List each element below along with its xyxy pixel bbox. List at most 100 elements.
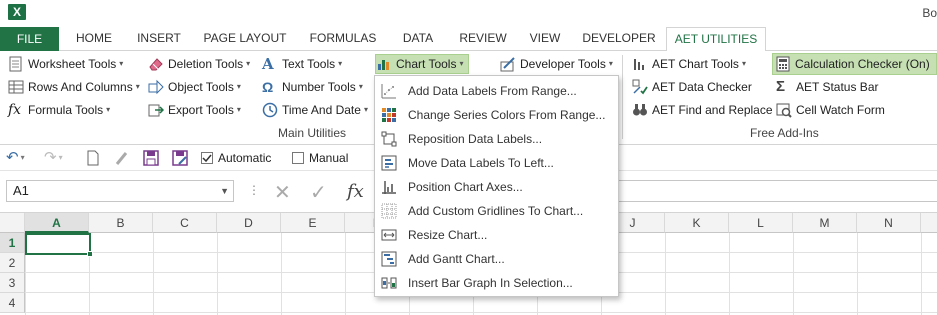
window-title: Bo [922,6,937,20]
menu-item-position-axes[interactable]: Position Chart Axes... [375,175,618,199]
text-a-icon: A [262,55,274,73]
resize-handle-icon[interactable]: ⋮ [248,183,260,197]
column-header[interactable]: K [665,213,729,233]
save-button[interactable] [143,149,159,167]
function-icon: fx [8,102,22,118]
group-separator [622,55,623,139]
formula-tools-button[interactable]: fx Formula Tools ▾ [8,100,110,120]
binoculars-icon [632,102,648,118]
deletion-tools-button[interactable]: Deletion Tools ▾ [148,54,250,74]
menu-item-move-labels-left[interactable]: Move Data Labels To Left... [375,151,618,175]
chart-axes-icon [381,179,397,195]
tab-page-layout[interactable]: PAGE LAYOUT [196,27,294,51]
format-painter-button[interactable] [114,149,130,167]
chevron-down-icon: ▾ [608,59,613,68]
aet-find-replace-button[interactable]: AET Find and Replace [632,100,773,120]
column-header[interactable]: C [153,213,217,233]
ribbon-tab-bar: FILE HOME INSERT PAGE LAYOUT FORMULAS DA… [0,27,937,52]
chart-icon [376,56,392,72]
chevron-down-icon: ▾ [358,82,363,91]
cancel-icon[interactable]: ✕ [274,180,291,205]
aet-data-checker-button[interactable]: AET Data Checker [632,77,752,97]
bar-chart-icon [632,56,648,72]
sigma-icon: Σ [776,78,786,95]
developer-tools-icon [500,56,516,72]
select-all-corner[interactable] [0,213,25,233]
row-header[interactable]: 3 [0,273,25,293]
export-icon [148,102,165,118]
chevron-down-icon: ▾ [20,153,25,162]
series-colors-icon [381,107,397,123]
column-header[interactable]: D [217,213,281,233]
chevron-down-icon: ▾ [246,59,251,68]
calculation-checker-button[interactable]: Calculation Checker (On) [772,53,937,75]
group-label-main-utilities: Main Utilities [278,126,347,140]
column-header[interactable]: B [89,213,153,233]
text-tools-button[interactable]: A Text Tools ▾ [262,54,342,74]
tab-aet-utilities[interactable]: AET UTILITIES [666,27,766,52]
number-tools-button[interactable]: Ω Number Tools ▾ [262,77,363,97]
fill-handle[interactable] [87,251,93,257]
group-label-free-addins: Free Add-Ins [750,126,819,140]
chevron-down-icon: ▾ [741,59,746,68]
automatic-checkbox[interactable]: Automatic [201,149,271,167]
menu-item-resize-chart[interactable]: Resize Chart... [375,223,618,247]
tab-data[interactable]: DATA [392,27,444,51]
tab-view[interactable]: VIEW [520,27,570,51]
developer-tools-button[interactable]: Developer Tools ▾ [500,54,613,74]
clock-icon [262,102,278,118]
chevron-down-icon: ▾ [58,153,63,162]
resize-chart-icon [381,227,397,243]
tab-home[interactable]: HOME [66,27,122,51]
chart-tools-button[interactable]: Chart Tools ▾ [375,54,469,74]
menu-item-insert-bar-graph[interactable]: Insert Bar Graph In Selection... [375,271,618,295]
title-bar: X Bo [0,0,937,27]
object-tools-button[interactable]: Object Tools ▾ [148,77,241,97]
tab-formulas[interactable]: FORMULAS [302,27,384,51]
active-cell[interactable] [25,233,93,257]
menu-item-reposition-labels[interactable]: Reposition Data Labels... [375,127,618,151]
chevron-down-icon: ▾ [236,105,241,114]
tab-file[interactable]: FILE [0,27,59,51]
new-document-button[interactable] [86,149,100,167]
menu-item-change-series-colors[interactable]: Change Series Colors From Range... [375,103,618,127]
column-header[interactable]: E [281,213,345,233]
column-header[interactable]: M [793,213,857,233]
chevron-down-icon: ▾ [363,105,368,114]
gantt-icon [381,251,397,267]
aet-status-bar-button[interactable]: Σ AET Status Bar [776,77,878,97]
column-header[interactable]: L [729,213,793,233]
data-labels-icon [381,83,397,99]
row-header[interactable]: 4 [0,293,25,313]
export-tools-button[interactable]: Export Tools ▾ [148,100,241,120]
row-header[interactable]: 2 [0,253,25,273]
time-date-button[interactable]: Time And Date ▾ [262,100,368,120]
menu-item-add-data-labels[interactable]: Add Data Labels From Range... [375,79,618,103]
rows-columns-button[interactable]: Rows And Columns ▾ [8,77,140,97]
menu-item-custom-gridlines[interactable]: Add Custom Gridlines To Chart... [375,199,618,223]
tab-review[interactable]: REVIEW [452,27,514,51]
save-as-button[interactable] [172,149,188,167]
worksheet-tools-button[interactable]: Worksheet Tools ▾ [8,54,123,74]
tab-developer[interactable]: DEVELOPER [578,27,660,51]
menu-item-add-gantt[interactable]: Add Gantt Chart... [375,247,618,271]
save-icon [143,150,159,166]
enter-check-icon[interactable]: ✓ [310,180,327,205]
column-header[interactable] [921,213,937,233]
column-header[interactable]: A [25,213,89,233]
reposition-labels-icon [381,131,397,147]
column-header[interactable]: N [857,213,921,233]
aet-chart-tools-button[interactable]: AET Chart Tools ▾ [632,54,746,74]
cell-watch-form-button[interactable]: Cell Watch Form [776,100,885,120]
chevron-down-icon: ▾ [459,59,464,68]
manual-checkbox[interactable]: Manual [292,149,348,167]
undo-button[interactable]: ↶ ▾ [6,149,25,167]
insert-function-icon[interactable]: fx [347,181,364,202]
redo-icon: ↷ [44,149,57,166]
row-header[interactable]: 1 [0,233,25,253]
redo-button[interactable]: ↷ ▾ [44,149,63,167]
tab-insert[interactable]: INSERT [130,27,188,51]
name-box[interactable]: A1 ▼ [6,180,234,202]
undo-icon: ↶ [6,149,19,166]
brush-icon [115,152,128,165]
